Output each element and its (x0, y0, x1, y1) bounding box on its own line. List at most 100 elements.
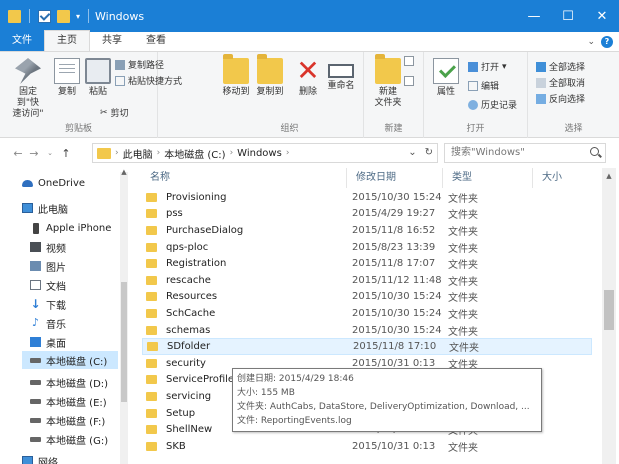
copy-path-button[interactable]: 复制路径 (115, 58, 164, 71)
nav-item-iphone[interactable]: Apple iPhone (30, 219, 111, 237)
recent-chevron-icon[interactable]: ⌄ (42, 149, 58, 157)
file-row[interactable]: Resources 2015/10/30 15:24 文件夹 (142, 289, 592, 306)
file-row-selected[interactable]: SDfolder 2015/11/8 17:10 文件夹 (142, 338, 592, 355)
new-item-icon (404, 56, 414, 66)
file-row[interactable]: SchCache 2015/10/30 15:24 文件夹 (142, 305, 592, 322)
nav-item-desktop[interactable]: 桌面 (30, 333, 66, 351)
folder-icon (146, 358, 157, 368)
nav-item-music[interactable]: ♪ 音乐 (30, 314, 66, 332)
back-arrow-icon[interactable]: ← (10, 147, 26, 160)
column-divider[interactable] (346, 168, 347, 188)
move-to-button[interactable]: 移动到 (220, 54, 252, 98)
nav-item-local-disk-g[interactable]: 本地磁盘 (G:) (30, 430, 108, 448)
folder-icon (146, 441, 157, 451)
folder-icon (146, 425, 157, 435)
close-button[interactable]: ✕ (585, 0, 619, 32)
nav-item-onedrive[interactable]: OneDrive (22, 174, 85, 192)
nav-item-documents[interactable]: 文档 (30, 276, 66, 294)
invert-selection-button[interactable]: 反向选择 (536, 92, 585, 105)
copy-to-button[interactable]: 复制到 (254, 54, 286, 98)
up-arrow-icon[interactable]: ↑ (58, 147, 74, 160)
chevron-down-icon[interactable]: ▾ (76, 12, 80, 21)
pin-to-quick-access-button[interactable]: 固定到"快 速访问" (8, 58, 48, 120)
paste-shortcut-icon (115, 75, 125, 86)
clipboard-group-label: 剪贴板 (64, 124, 92, 134)
forward-arrow-icon[interactable]: → (26, 147, 42, 160)
paste-shortcut-button[interactable]: 粘贴快捷方式 (115, 74, 182, 87)
nav-item-this-pc[interactable]: 此电脑 (22, 199, 68, 217)
minimize-button[interactable]: — (517, 0, 551, 32)
help-icon[interactable]: ? (601, 36, 613, 48)
tab-share[interactable]: 共享 (90, 31, 134, 51)
select-group: 全部选择 全部取消 反向选择 选择 (528, 52, 619, 138)
file-row[interactable]: rescache 2015/11/12 11:48 文件夹 (142, 272, 592, 289)
nav-item-downloads[interactable]: ↓ 下载 (30, 295, 66, 313)
edit-button[interactable]: 编辑 (468, 79, 499, 92)
column-divider[interactable] (532, 168, 533, 188)
file-row[interactable]: Registration 2015/11/8 17:07 文件夹 (142, 255, 592, 272)
folder-icon (146, 292, 157, 302)
nav-item-network[interactable]: 网络 (22, 452, 58, 464)
drive-icon (30, 379, 41, 385)
properties-button[interactable]: 属性 (433, 58, 459, 98)
address-dropdown-chevron-icon[interactable]: ⌄ (408, 147, 416, 158)
chevron-right-icon: › (229, 148, 234, 158)
nav-scroll-up-icon[interactable]: ▲ (120, 168, 128, 176)
easy-access-button[interactable] (404, 76, 414, 86)
ribbon: 固定到"快 速访问" 复制 粘贴 复制路径 粘贴快捷方式 ✂ 剪切 剪贴板 移动… (0, 52, 619, 138)
new-folder-button[interactable]: 新建 文件夹 (370, 54, 406, 109)
nav-pane-scrollbar[interactable] (120, 172, 128, 464)
search-input[interactable]: 搜索"Windows" (444, 143, 606, 163)
chevron-down-icon: ▾ (502, 61, 507, 72)
paste-button[interactable]: 粘贴 (84, 58, 112, 98)
tab-home[interactable]: 主页 (44, 30, 90, 51)
file-list-scroll-thumb[interactable] (604, 290, 614, 330)
new-folder-icon[interactable] (57, 9, 70, 23)
copy-button[interactable]: 复制 (54, 58, 80, 98)
column-header-date[interactable]: 修改日期 (356, 168, 396, 188)
address-bar[interactable]: › 此电脑 › 本地磁盘 (C:) › Windows › ⌄ ↻ (92, 143, 438, 163)
column-divider[interactable] (442, 168, 443, 188)
column-header-name[interactable]: 名称 (150, 168, 170, 188)
search-icon[interactable] (590, 147, 599, 156)
column-header-type[interactable]: 类型 (452, 168, 472, 188)
file-row[interactable]: PurchaseDialog 2015/11/8 16:52 文件夹 (142, 222, 592, 239)
delete-button[interactable]: ✕ 删除 (296, 57, 320, 98)
ribbon-expand-chevron-icon[interactable]: ⌄ (587, 37, 595, 47)
file-row[interactable]: schemas 2015/10/30 15:24 文件夹 (142, 322, 592, 339)
open-button[interactable]: 打开 ▾ (468, 60, 507, 73)
rename-button[interactable]: 重命名 (324, 58, 358, 92)
tab-view[interactable]: 查看 (134, 31, 178, 51)
nav-item-local-disk-f[interactable]: 本地磁盘 (F:) (30, 411, 105, 429)
select-all-button[interactable]: 全部选择 (536, 60, 585, 73)
breadcrumb-windows[interactable]: Windows (237, 148, 282, 159)
file-row[interactable]: Provisioning 2015/10/30 15:24 文件夹 (142, 189, 592, 206)
new-item-button[interactable] (404, 56, 414, 66)
quick-access-toolbar: ▾ (8, 9, 91, 23)
nav-item-local-disk-c[interactable]: 本地磁盘 (C:) (22, 351, 118, 369)
file-row[interactable]: SKB 2015/10/31 0:13 文件夹 (142, 438, 592, 455)
navigation-pane: OneDrive 此电脑 Apple iPhone 视频 图片 文档 ↓ 下载 ♪… (0, 168, 130, 464)
drive-icon (30, 398, 41, 404)
nav-pane-scroll-thumb[interactable] (121, 282, 127, 402)
breadcrumb-local-disk-c[interactable]: 本地磁盘 (C:) (164, 146, 225, 161)
refresh-icon[interactable]: ↻ (425, 147, 433, 158)
scroll-up-icon[interactable]: ▲ (602, 172, 616, 180)
properties-check-icon[interactable] (38, 9, 51, 23)
nav-item-local-disk-d[interactable]: 本地磁盘 (D:) (30, 373, 108, 391)
address-row: ← → ⌄ ↑ › 此电脑 › 本地磁盘 (C:) › Windows › ⌄ … (0, 138, 619, 168)
nav-item-videos[interactable]: 视频 (30, 238, 66, 256)
nav-item-pictures[interactable]: 图片 (30, 257, 66, 275)
chevron-right-icon: › (115, 148, 119, 158)
breadcrumb-this-pc[interactable]: 此电脑 (123, 146, 153, 161)
history-button[interactable]: 历史记录 (468, 98, 517, 111)
file-row[interactable]: pss 2015/4/29 19:27 文件夹 (142, 206, 592, 223)
tab-file[interactable]: 文件 (0, 31, 44, 51)
cut-button[interactable]: ✂ 剪切 (100, 106, 129, 120)
file-list-scrollbar[interactable]: ▲ (602, 168, 616, 464)
select-none-button[interactable]: 全部取消 (536, 76, 585, 89)
column-header-size[interactable]: 大小 (542, 168, 562, 188)
file-row[interactable]: qps-ploc 2015/8/23 13:39 文件夹 (142, 239, 592, 256)
maximize-button[interactable]: ☐ (551, 0, 585, 32)
nav-item-local-disk-e[interactable]: 本地磁盘 (E:) (30, 392, 107, 410)
